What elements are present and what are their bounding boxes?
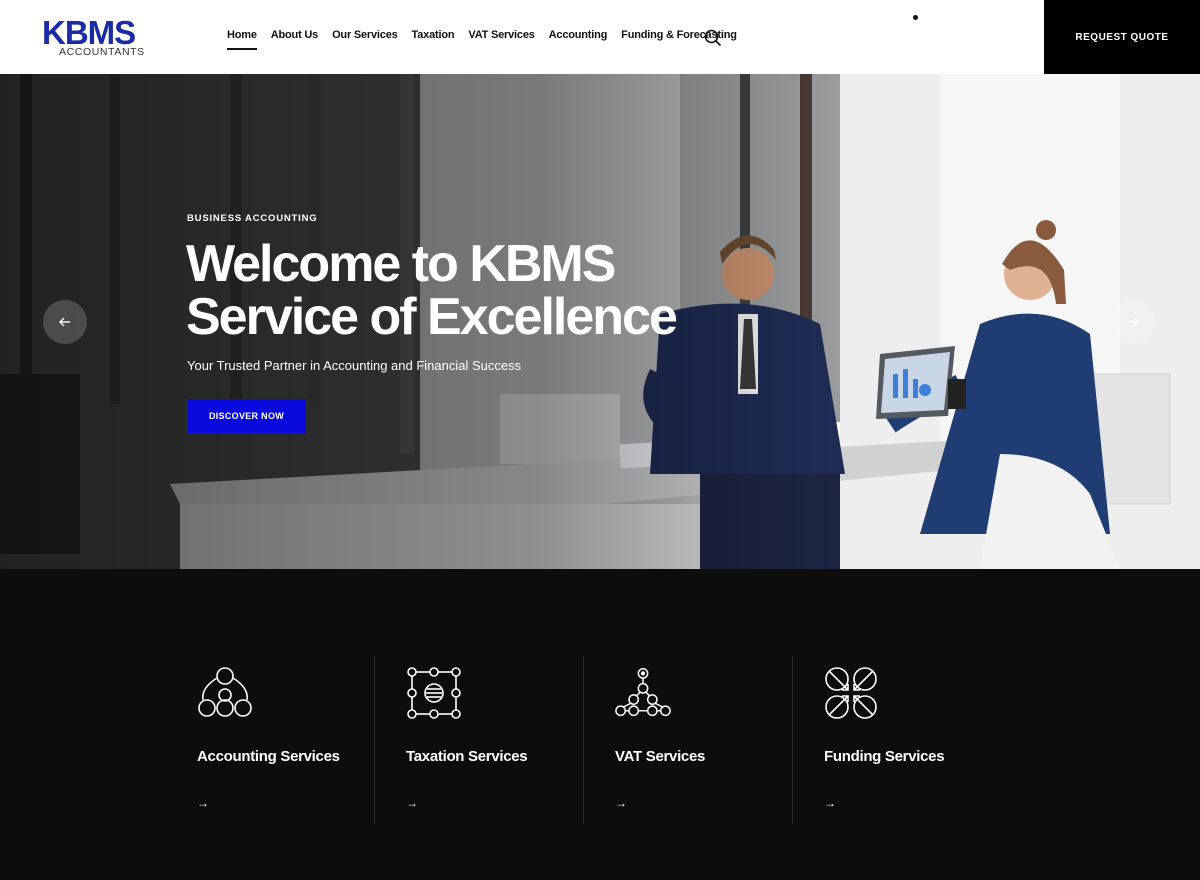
request-quote-button[interactable]: REQUEST QUOTE bbox=[1044, 0, 1200, 74]
nav-vat-services[interactable]: VAT Services bbox=[468, 29, 534, 49]
service-title: VAT Services bbox=[615, 748, 706, 765]
hero-headline: Welcome to KBMS Service of Excellence bbox=[186, 238, 706, 344]
slider-next-button[interactable] bbox=[1111, 300, 1155, 344]
logo-subtitle: ACCOUNTANTS bbox=[59, 46, 145, 58]
nav-about-us[interactable]: About Us bbox=[271, 29, 318, 49]
arrow-right-icon[interactable]: → bbox=[406, 796, 418, 810]
service-title: Funding Services bbox=[824, 748, 945, 765]
search-icon[interactable] bbox=[704, 29, 722, 47]
hero-headline-line2: Service of Excellence bbox=[186, 288, 678, 346]
arrows-converge-icon bbox=[825, 667, 877, 719]
discover-now-button[interactable]: DISCOVER NOW bbox=[187, 399, 306, 433]
hero-slider: BUSINESS ACCOUNTING Welcome to KBMS Serv… bbox=[0, 74, 1200, 569]
logo-wordmark: KBMS bbox=[42, 14, 136, 51]
service-card-accounting[interactable]: Accounting Services → bbox=[175, 656, 384, 824]
circles-cluster-icon bbox=[198, 667, 252, 717]
service-card-vat[interactable]: VAT Services → bbox=[593, 656, 802, 824]
service-title: Accounting Services bbox=[197, 748, 340, 765]
hero-subline: Your Trusted Partner in Accounting and F… bbox=[187, 358, 522, 373]
main-nav: Home About Us Our Services Taxation VAT … bbox=[227, 29, 751, 50]
arrow-left-icon bbox=[59, 317, 70, 327]
service-divider bbox=[792, 656, 793, 824]
arrow-right-icon[interactable]: → bbox=[197, 796, 209, 810]
network-tree-icon bbox=[615, 667, 671, 717]
nav-our-services[interactable]: Our Services bbox=[332, 29, 398, 49]
service-card-funding[interactable]: Funding Services → bbox=[802, 656, 1011, 824]
nav-accounting[interactable]: Accounting bbox=[549, 29, 608, 49]
nav-taxation[interactable]: Taxation bbox=[412, 29, 455, 49]
nav-home[interactable]: Home bbox=[227, 29, 257, 50]
nodes-grid-icon bbox=[407, 667, 461, 719]
arrow-right-icon bbox=[1128, 317, 1139, 327]
service-card-taxation[interactable]: Taxation Services → bbox=[384, 656, 593, 824]
slider-prev-button[interactable] bbox=[43, 300, 87, 344]
hero-headline-line1: Welcome to KBMS bbox=[186, 235, 616, 293]
hero-eyebrow: BUSINESS ACCOUNTING bbox=[187, 213, 318, 224]
service-divider bbox=[374, 656, 375, 824]
indicator-dot bbox=[913, 15, 918, 20]
site-logo[interactable]: KBMS ACCOUNTANTS bbox=[42, 16, 146, 60]
service-divider bbox=[583, 656, 584, 824]
services-section: Accounting Services → Taxation Services bbox=[0, 569, 1200, 880]
arrow-right-icon[interactable]: → bbox=[615, 796, 627, 810]
service-title: Taxation Services bbox=[406, 748, 528, 765]
arrow-right-icon[interactable]: → bbox=[824, 796, 836, 810]
site-header: KBMS ACCOUNTANTS Home About Us Our Servi… bbox=[0, 0, 1200, 74]
